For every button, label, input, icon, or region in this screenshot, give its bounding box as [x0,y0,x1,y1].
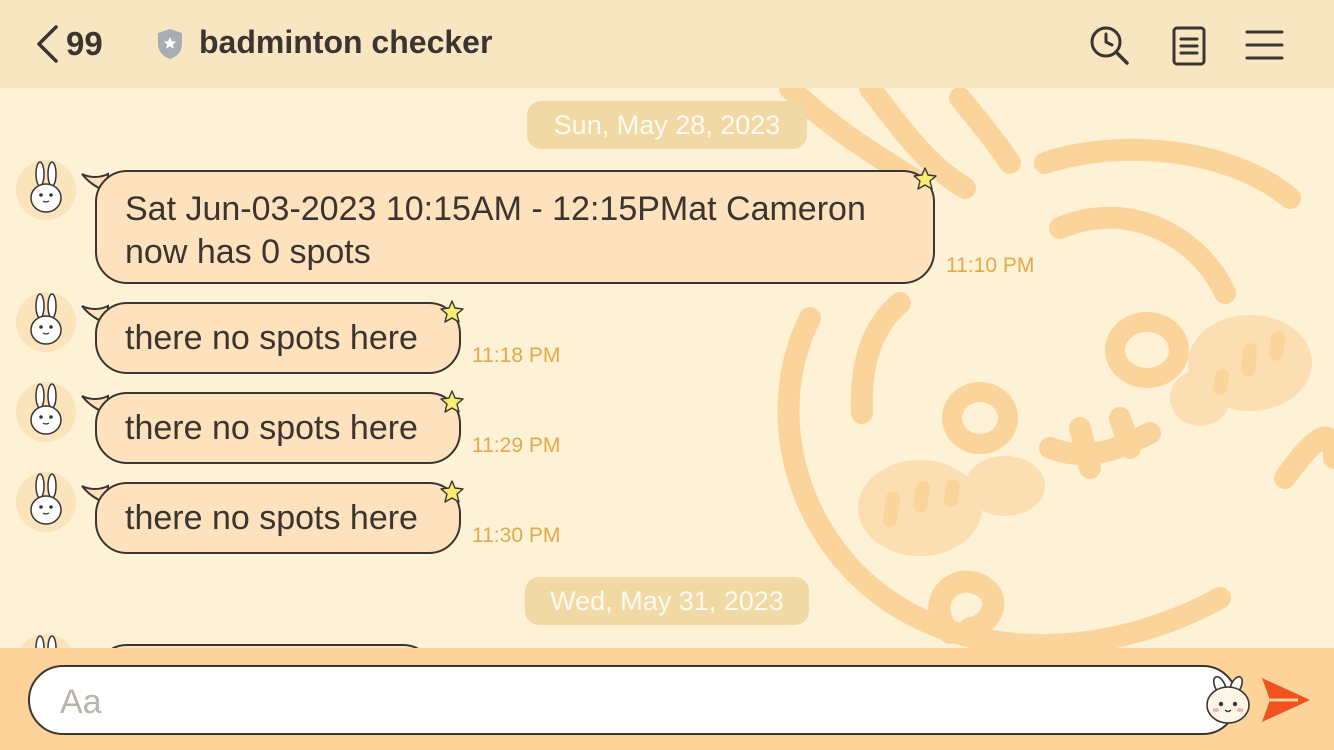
send-button[interactable] [1258,674,1314,726]
chat-header: 99 badminton checker [0,0,1334,88]
bunny-avatar-icon [16,160,76,220]
sticker-face-icon [1206,675,1250,724]
star-sticker-icon [440,480,464,503]
message-composer [0,648,1334,750]
bunny-avatar-icon [16,472,76,532]
message-time: 11:30 PM [472,524,561,547]
message-bubble[interactable]: there no spots here [95,392,461,464]
star-sticker-icon [440,390,464,413]
chat-title: badminton checker [199,24,493,60]
message-time: 11:18 PM [472,344,561,367]
sticker-button[interactable] [1202,674,1254,726]
message-input-box[interactable] [28,665,1250,735]
message-text: there no spots here [125,499,418,537]
back-button[interactable]: 99 [34,22,103,66]
avatar[interactable] [16,160,76,220]
search-history-icon[interactable] [1088,24,1130,66]
star-sticker-icon [440,300,464,323]
send-arrow-icon [1262,678,1310,722]
avatar[interactable] [16,472,76,532]
date-separator: Wed, May 31, 2023 [525,577,809,625]
message-text: there no spots here [125,319,418,357]
message-time: 11:10 PM [946,254,1035,277]
message-bubble[interactable]: Sat Jun-03-2023 10:15AM - 12:15PMat Came… [95,170,935,284]
avatar[interactable] [16,292,76,352]
star-sticker-icon [913,167,937,190]
message-text: Sat Jun-03-2023 10:15AM - 12:15PMat Came… [125,190,866,271]
bunny-avatar-icon [16,382,76,442]
date-separator: Sun, May 28, 2023 [527,101,807,149]
avatar[interactable] [16,382,76,442]
message-input[interactable] [58,677,1162,727]
message-list[interactable]: Sun, May 28, 2023 Sat Jun-03-2023 10:15A… [0,88,1334,648]
unread-count: 99 [66,25,103,62]
menu-icon[interactable] [1244,24,1286,66]
message-text: there no spots here [125,409,418,447]
bunny-avatar-icon [16,292,76,352]
message-bubble[interactable]: there no spots here [95,482,461,554]
notes-icon[interactable] [1168,24,1210,66]
chevron-left-icon [34,24,60,64]
shield-star-icon [156,28,184,65]
message-time: 11:29 PM [472,434,561,457]
message-bubble[interactable]: there no spots here [95,302,461,374]
